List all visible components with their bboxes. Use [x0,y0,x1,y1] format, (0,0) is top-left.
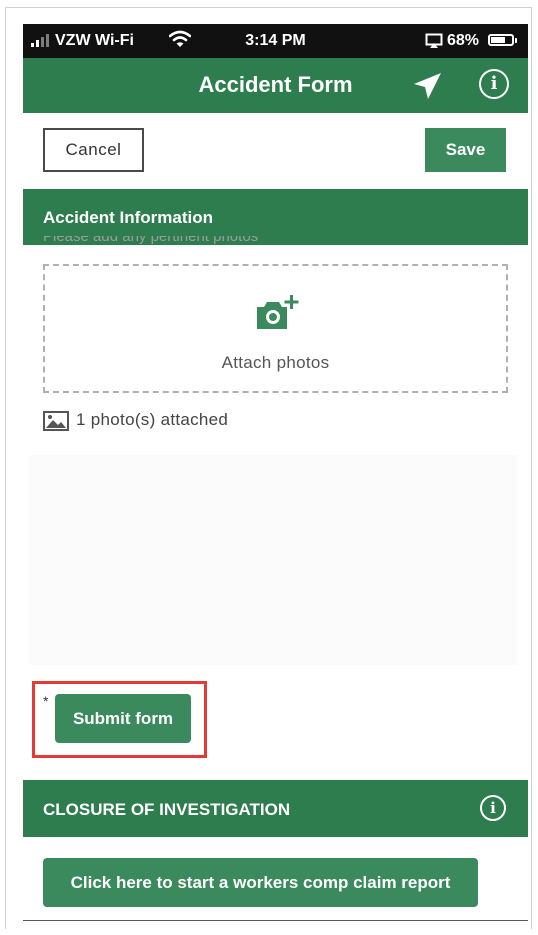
frame-border [5,7,532,8]
info-icon[interactable]: i [480,795,506,821]
location-arrow-icon[interactable] [411,70,443,102]
add-photo-camera-icon [257,295,299,329]
workers-comp-claim-button[interactable]: Click here to start a workers comp claim… [43,858,478,907]
highlight-annotation [32,681,207,758]
attach-photos-label: Attach photos [221,353,330,372]
battery-icon [488,34,517,46]
info-icon[interactable]: i [479,69,509,99]
frame-border [5,7,6,929]
attach-photos-dropzone[interactable]: Attach photos [43,264,508,393]
section-title: Accident Information [43,208,214,227]
app-header: Accident Form i [23,58,528,113]
attached-count-label: 1 photo(s) attached [76,410,229,429]
page-title: Accident Form [198,72,353,97]
screen-mirror-icon [425,33,443,48]
content-panel [29,455,517,665]
image-icon [43,411,69,431]
section-title: CLOSURE OF INVESTIGATION [43,800,291,819]
save-button[interactable]: Save [425,128,506,172]
battery-percent: 68% [447,32,480,49]
divider [23,920,528,921]
status-bar: VZW Wi-Fi 3:14 PM 68% [23,24,528,58]
photo-prompt-text: Please add any pertinent photos [43,236,259,245]
cancel-button[interactable]: Cancel [43,128,144,172]
section-header-closure[interactable]: CLOSURE OF INVESTIGATION i [23,780,528,837]
frame-border [531,7,532,929]
